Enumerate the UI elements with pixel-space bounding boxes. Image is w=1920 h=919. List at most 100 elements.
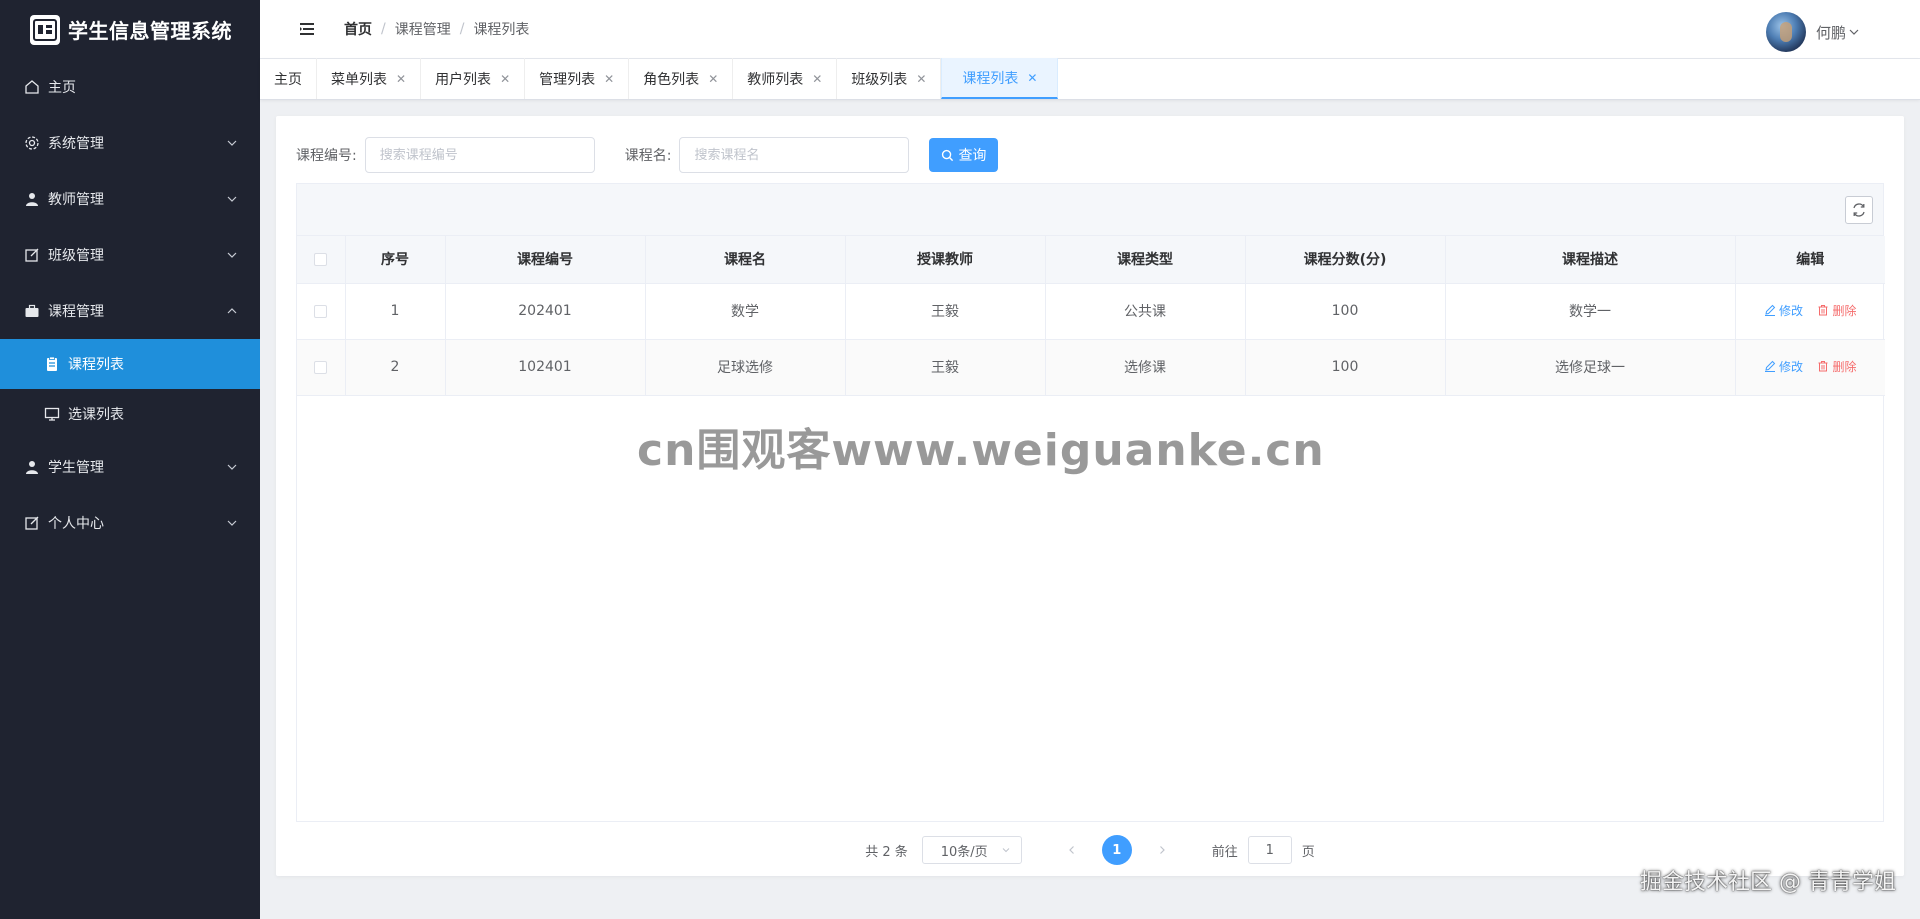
user-name[interactable]: 何鹏 [1816, 22, 1846, 43]
sidebar-item-system[interactable]: 系统管理 [0, 115, 260, 171]
delete-button[interactable]: 删除 [1817, 302, 1856, 319]
goto-prefix: 前往 [1211, 844, 1238, 860]
breadcrumb-home[interactable]: 首页 [344, 19, 372, 39]
pagination: 共 2 条 10条/页 1 前往 页 [276, 835, 1904, 865]
chevron-down-icon [1848, 26, 1860, 38]
trash-icon [1818, 361, 1828, 372]
top-header: 首页 / 课程管理 / 课程列表 何鹏 [260, 0, 1920, 59]
chevron-down-icon [226, 461, 238, 473]
sidebar-item-label: 主页 [48, 80, 76, 96]
page-size-select[interactable]: 10条/页 [921, 836, 1022, 864]
app-logo[interactable]: 学生信息管理系统 [0, 0, 260, 59]
sidebar-item-class[interactable]: 班级管理 [0, 227, 260, 283]
chevron-down-icon [226, 137, 238, 149]
tab-home[interactable]: 主页 [260, 58, 317, 99]
sidebar-item-label: 选课列表 [68, 407, 124, 423]
edit-button[interactable]: 修改 [1764, 302, 1803, 319]
search-icon [942, 149, 954, 161]
row-select-cell [297, 283, 346, 340]
tab-teacher-list[interactable]: 教师列表 ✕ [733, 58, 838, 99]
avatar[interactable] [1765, 12, 1806, 52]
table-header-row: 序号 课程编号 课程名 授课教师 课程类型 课程分数(分) 课程描述 编辑 [297, 236, 1885, 284]
breadcrumb-course-management: 课程管理 [394, 22, 451, 38]
edit-button[interactable]: 修改 [1764, 358, 1803, 375]
table-row: 2 102401 足球选修 王毅 选修课 100 选修足球一 修改 删除 [297, 339, 1885, 396]
sidebar-item-course[interactable]: 课程管理 [0, 283, 260, 339]
tab-admin-list[interactable]: 管理列表 ✕ [525, 58, 630, 99]
close-icon[interactable]: ✕ [604, 72, 614, 86]
sidebar: 学生信息管理系统 主页 系统管理 教师管理 班级管理 课程管理 课程列表 选课列… [0, 0, 260, 919]
close-icon[interactable]: ✕ [396, 72, 406, 86]
course-table: 序号 课程编号 课程名 授课教师 课程类型 课程分数(分) 课程描述 编辑 1 … [296, 183, 1885, 822]
table-row: 1 202401 数学 王毅 公共课 100 数学一 修改 删除 [297, 283, 1885, 340]
edit-icon [24, 247, 40, 263]
tab-course-list[interactable]: 课程列表 ✕ [941, 58, 1059, 99]
close-icon[interactable]: ✕ [812, 72, 822, 86]
user-menu[interactable]: 何鹏 [1765, 12, 1860, 52]
column-header: 编辑 [1735, 236, 1885, 284]
query-button[interactable]: 查询 [929, 138, 999, 172]
tab-label: 角色列表 [643, 71, 700, 88]
sidebar-item-label: 课程列表 [68, 357, 124, 373]
table-toolbar [297, 184, 1883, 236]
monitor-icon [44, 406, 60, 422]
page-goto: 前往 页 [1212, 836, 1315, 864]
sidebar-item-label: 系统管理 [48, 136, 104, 152]
tab-label: 用户列表 [435, 71, 492, 88]
sidebar-item-label: 个人中心 [48, 516, 104, 532]
table-cell: 2 [345, 339, 446, 396]
tab-role-list[interactable]: 角色列表 ✕ [629, 58, 734, 99]
goto-suffix: 页 [1301, 844, 1315, 860]
table-cell: 数学 [645, 283, 846, 340]
course-name-input[interactable] [679, 137, 910, 173]
sidebar-menu: 主页 系统管理 教师管理 班级管理 课程管理 课程列表 选课列表 学生管理 个人… [0, 59, 260, 551]
column-header: 课程描述 [1445, 236, 1736, 284]
sidebar-item-home[interactable]: 主页 [0, 59, 260, 115]
next-page-button[interactable] [1148, 836, 1176, 864]
sidebar-item-profile[interactable]: 个人中心 [0, 495, 260, 551]
prev-page-button[interactable] [1058, 836, 1086, 864]
breadcrumb-separator: / [381, 21, 386, 37]
select-all-checkbox[interactable] [314, 252, 328, 266]
delete-label: 删除 [1832, 303, 1857, 318]
chevron-down-icon [226, 517, 238, 529]
actions-cell: 修改 删除 [1735, 283, 1885, 340]
tab-class-list[interactable]: 班级列表 ✕ [837, 58, 942, 99]
tab-label: 主页 [274, 71, 302, 88]
close-icon[interactable]: ✕ [708, 72, 718, 86]
tab-user-list[interactable]: 用户列表 ✕ [421, 58, 526, 99]
sidebar-item-label: 班级管理 [48, 248, 104, 264]
menu-toggle-icon[interactable] [296, 18, 318, 40]
pagination-total: 共 2 条 [865, 844, 908, 860]
sidebar-item-teacher[interactable]: 教师管理 [0, 171, 260, 227]
sidebar-item-student[interactable]: 学生管理 [0, 439, 260, 495]
close-icon[interactable]: ✕ [916, 72, 926, 86]
query-button-label: 查询 [958, 148, 987, 164]
table-cell: 王毅 [845, 339, 1046, 396]
row-checkbox[interactable] [314, 360, 328, 374]
row-select-cell [297, 339, 346, 396]
app-title: 学生信息管理系统 [68, 19, 232, 43]
goto-page-input[interactable] [1247, 836, 1292, 864]
delete-button[interactable]: 删除 [1817, 358, 1856, 375]
column-header: 课程类型 [1045, 236, 1246, 284]
close-icon[interactable]: ✕ [500, 72, 510, 86]
table-cell: 1 [345, 283, 446, 340]
select-all-cell [297, 236, 346, 284]
column-header: 授课教师 [845, 236, 1046, 284]
home-icon [24, 79, 40, 95]
trash-icon [1818, 305, 1828, 316]
search-bar: 课程编号: 课程名: 查询 [296, 137, 999, 173]
tab-label: 菜单列表 [331, 71, 387, 88]
user-icon [24, 191, 40, 207]
sidebar-item-course-list[interactable]: 课程列表 [0, 339, 260, 389]
page-number-current[interactable]: 1 [1101, 835, 1132, 865]
table-cell: 202401 [445, 283, 646, 340]
row-checkbox[interactable] [314, 304, 328, 318]
tab-label: 教师列表 [747, 71, 804, 88]
tab-menu-list[interactable]: 菜单列表 ✕ [317, 58, 422, 99]
course-no-input[interactable] [364, 137, 595, 173]
close-icon[interactable]: ✕ [1027, 71, 1037, 85]
refresh-button[interactable] [1845, 196, 1873, 224]
sidebar-item-course-selection[interactable]: 选课列表 [0, 389, 260, 439]
